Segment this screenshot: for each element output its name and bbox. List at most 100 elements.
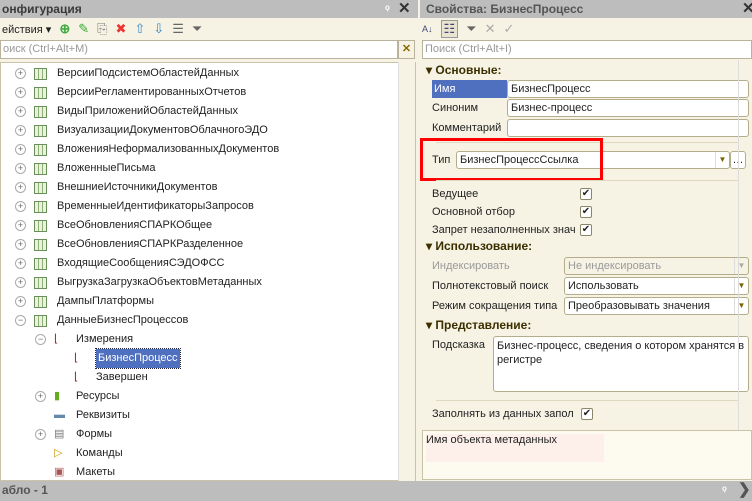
sort-icon[interactable]: ☰: [172, 21, 184, 37]
tree-item[interactable]: + ВыгрузкаЗагрузкаОбъектовМетаданных: [15, 273, 262, 292]
fulltext-field[interactable]: Использовать ▼: [564, 277, 749, 295]
bottom-bar: абло - 1 ǫ ❯: [0, 481, 752, 501]
config-search-input[interactable]: оиск (Ctrl+Alt+M): [0, 40, 398, 59]
tree-scrollbar[interactable]: [398, 62, 415, 481]
pin-icon[interactable]: ǫ: [722, 481, 727, 497]
tree-item[interactable]: − ДанныеБизнесПроцессов: [15, 311, 188, 330]
expand-icon[interactable]: +: [15, 106, 26, 117]
expand-icon[interactable]: +: [15, 201, 26, 212]
categories-icon[interactable]: ☷: [440, 20, 459, 38]
close-icon[interactable]: ✕: [742, 0, 752, 18]
expand-icon[interactable]: +: [15, 239, 26, 250]
tree-item-label: ВидыПриложенийОбластейДанных: [57, 105, 239, 117]
section-usage-label: Использование:: [435, 239, 533, 253]
expand-icon[interactable]: +: [15, 87, 26, 98]
tree-item[interactable]: + ВложенныеПисьма: [15, 159, 155, 178]
highlight-box: [420, 138, 603, 181]
expand-icon[interactable]: +: [15, 220, 26, 231]
tree-item[interactable]: + ВизуализацииДокументовОблачногоЭДО: [15, 121, 268, 140]
tree-item[interactable]: + ВерсииРегламентированныхОтчетов: [15, 83, 246, 102]
tree-item-label: Реквизиты: [76, 409, 130, 421]
tree-item[interactable]: + ВерсииПодсистемОбластейДанных: [15, 64, 239, 83]
main-filter-checkbox[interactable]: ✔: [580, 206, 592, 218]
tree-item[interactable]: + ВсеОбновленияСПАРКОбщее: [15, 216, 212, 235]
filter-icon[interactable]: ⏷: [466, 21, 476, 37]
close-icon[interactable]: ❯: [738, 481, 751, 499]
move-down-icon[interactable]: ⇩: [153, 21, 164, 37]
props-title-bar: Свойства: БизнесПроцесс ✕: [420, 0, 752, 18]
sort-alpha-icon[interactable]: A↓: [422, 21, 433, 37]
name-field[interactable]: БизнесПроцесс: [507, 80, 749, 98]
fill-checkbox[interactable]: ✔: [581, 408, 593, 420]
expand-icon[interactable]: +: [15, 163, 26, 174]
tree-item-label: Завершен: [96, 371, 148, 383]
clear-search-icon[interactable]: ✕: [398, 40, 415, 59]
index-label: Индексировать: [432, 260, 510, 272]
tree-item[interactable]: + ДампыПлатформы: [15, 292, 154, 311]
tree-item-label: ВложенныеПисьма: [57, 162, 156, 174]
tooltip-label: Подсказка: [432, 339, 485, 351]
master-checkbox[interactable]: ✔: [580, 188, 592, 200]
tree-item[interactable]: + ВложенияНеформализованныхДокументов: [15, 140, 279, 159]
register-icon: [34, 143, 47, 156]
expand-icon[interactable]: +: [15, 182, 26, 193]
collapse-icon[interactable]: −: [15, 315, 26, 326]
delete-icon[interactable]: ✖: [116, 21, 127, 37]
tree-item[interactable]: ⌊ Завершен: [55, 368, 148, 387]
shorten-field[interactable]: Преобразовывать значения ▼: [564, 297, 749, 315]
add-icon[interactable]: ⊕: [59, 21, 70, 37]
tree-item[interactable]: + ▮ Ресурсы: [35, 387, 119, 406]
tree-item[interactable]: ▣ Макеты: [35, 463, 115, 482]
fulltext-label: Полнотекстовый поиск: [432, 280, 549, 292]
tree-item[interactable]: + ВсеОбновленияСПАРКРазделенное: [15, 235, 243, 254]
tree-item[interactable]: + ВходящиеСообщенияСЭДОФСС: [15, 254, 224, 273]
actions-label: ействия: [2, 23, 43, 36]
tree-item[interactable]: + ВременныеИдентификаторыЗапросов: [15, 197, 254, 216]
cancel-icon[interactable]: ✕: [485, 21, 496, 37]
section-main[interactable]: ▾ Основные:: [426, 63, 502, 77]
expand-icon[interactable]: +: [15, 277, 26, 288]
expand-icon[interactable]: +: [35, 391, 46, 402]
expand-icon[interactable]: +: [15, 258, 26, 269]
tree-item[interactable]: + ▤ Формы: [35, 425, 112, 444]
collapse-icon[interactable]: −: [35, 334, 46, 345]
register-icon: [34, 314, 47, 327]
section-usage[interactable]: ▾ Использование:: [426, 239, 532, 253]
expand-icon[interactable]: +: [35, 429, 46, 440]
props-search-input[interactable]: Поиск (Ctrl+Alt+I): [422, 40, 752, 59]
expand-icon[interactable]: +: [15, 144, 26, 155]
tree-item-label: Ресурсы: [76, 390, 120, 402]
section-view[interactable]: ▾ Представление:: [426, 318, 531, 332]
copy-icon[interactable]: ⎘: [97, 21, 107, 37]
close-icon[interactable]: ✕: [398, 0, 411, 18]
expand-icon[interactable]: +: [15, 68, 26, 79]
tooltip-field[interactable]: Бизнес-процесс, сведения о котором храня…: [493, 336, 749, 392]
comment-field[interactable]: [507, 119, 749, 137]
expand-icon[interactable]: +: [15, 125, 26, 136]
tree-item[interactable]: + ВнешниеИсточникиДокументов: [15, 178, 217, 197]
attr-icon: ▬: [54, 409, 65, 421]
index-field[interactable]: Не индексировать ▼: [564, 257, 749, 275]
tree-item[interactable]: + ВидыПриложенийОбластейДанных: [15, 102, 238, 121]
filter-icon[interactable]: ⏷: [192, 21, 202, 37]
tree-item[interactable]: − ⌊ Измерения: [35, 330, 133, 349]
register-icon: [34, 86, 47, 99]
dim-icon: ⌊: [54, 333, 59, 345]
bottom-tab[interactable]: абло - 1: [2, 483, 48, 497]
pin-icon[interactable]: ǫ: [385, 0, 390, 16]
tree-item[interactable]: ▬ Реквизиты: [35, 406, 130, 425]
expand-icon[interactable]: +: [15, 296, 26, 307]
master-label: Ведущее: [432, 188, 479, 200]
props-scrollbar[interactable]: [738, 60, 752, 430]
actions-menu[interactable]: ействия ▾: [2, 23, 51, 36]
apply-icon[interactable]: ✓: [503, 21, 514, 37]
deny-empty-checkbox[interactable]: ✔: [580, 224, 592, 236]
tree-item[interactable]: ⌊ БизнесПроцесс: [55, 348, 181, 369]
tree-item[interactable]: ▷ Команды: [35, 444, 123, 463]
tree-item-label: Измерения: [76, 333, 134, 345]
register-icon: [34, 105, 47, 118]
synonym-field[interactable]: Бизнес-процесс: [507, 99, 749, 117]
move-up-icon[interactable]: ⇧: [134, 21, 145, 37]
edit-icon[interactable]: ✎: [78, 21, 89, 37]
dropdown-icon[interactable]: ▼: [715, 152, 729, 168]
